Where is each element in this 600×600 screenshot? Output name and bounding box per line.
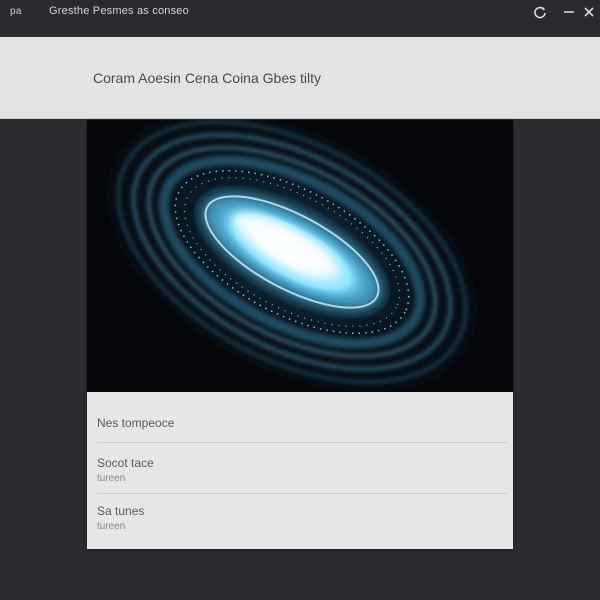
minimize-button[interactable] [558,2,580,22]
app-icon-label: pa [10,6,22,17]
list-item-sub: tureen [97,473,126,484]
divider [97,442,507,443]
divider [97,493,507,494]
list-item-label: Socot tace [97,456,154,470]
list-item[interactable]: Nes tompeoce [97,416,507,430]
minimize-icon [563,6,575,18]
app-window: pa Gresthe Pesmes as conseo Coram Aoesin… [0,0,600,600]
close-button[interactable] [578,2,600,22]
refresh-button[interactable] [529,2,551,22]
list-item[interactable]: Sa tunes tureen [97,504,507,532]
content-card: Nes tompeoce Socot tace tureen Sa tunes … [87,120,513,549]
refresh-icon [533,5,547,19]
title-bar: pa Gresthe Pesmes as conseo [0,0,600,36]
list-item-label: Nes tompeoce [97,416,175,430]
list-item-sub: tureen [97,521,126,532]
page-title: Coram Aoesin Cena Coina Gbes tilty [93,70,321,86]
window-title: Gresthe Pesmes as conseo [49,5,189,17]
list-item-label: Sa tunes [97,504,145,518]
hero-image[interactable] [87,120,513,392]
close-icon [583,6,595,18]
list-item[interactable]: Socot tace tureen [97,456,507,484]
page-header: Coram Aoesin Cena Coina Gbes tilty [0,37,600,119]
